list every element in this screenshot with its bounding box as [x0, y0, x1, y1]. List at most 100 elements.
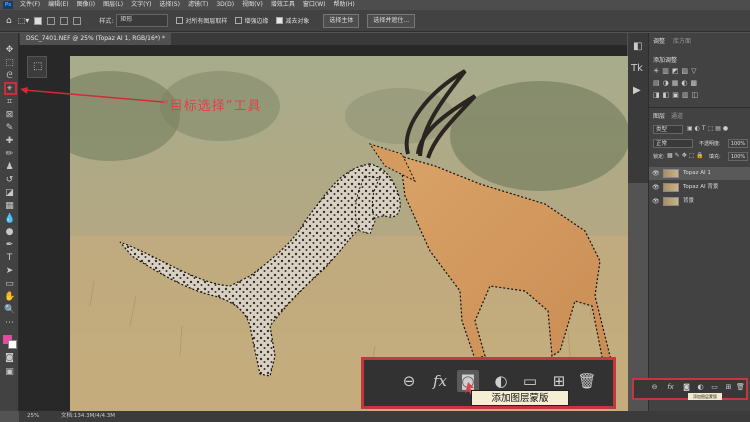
layer-row[interactable]: 👁 Topaz AI 1 — [649, 167, 750, 180]
trash-icon[interactable]: 🗑 — [576, 370, 598, 392]
sample-all-checkbox[interactable] — [176, 17, 184, 24]
options-bar: ⌂ ⬚▾ 样式: 矩形 对所有图层取样 增强边缘 减去对象 选择主体 选择并遮住… — [0, 10, 750, 32]
subtract-selection-icon[interactable] — [60, 16, 69, 25]
link-icon[interactable]: ⊖ — [650, 383, 659, 392]
opacity-label: 不透明度: — [699, 141, 721, 147]
new-selection-icon[interactable] — [34, 16, 43, 25]
select-tool-icon[interactable]: ⬚ — [33, 61, 42, 72]
enhance-edge-label: 增强边缘 — [244, 18, 269, 25]
fill-field[interactable]: 100% — [728, 152, 748, 161]
opacity-field[interactable]: 100% — [728, 139, 748, 148]
trash-icon[interactable]: 🗑 — [736, 383, 745, 392]
tab-libraries[interactable]: 库方面 — [673, 36, 691, 45]
menu-item-window[interactable]: 窗口(W) — [299, 0, 330, 10]
visibility-icon[interactable]: 👁 — [652, 167, 660, 180]
type-tool-icon[interactable]: T — [4, 253, 15, 264]
secondary-tool-strip[interactable]: ⬚ — [27, 56, 47, 78]
play-icon[interactable]: ▶ — [633, 85, 641, 96]
lasso-tool-icon[interactable]: ᘓ — [4, 71, 15, 82]
frame-tool-icon[interactable]: ⊠ — [4, 110, 15, 121]
menu-bar: Ps 文件(F) 编辑(E) 图像(I) 图层(L) 文字(Y) 选择(S) 滤… — [0, 0, 750, 10]
mask-icon[interactable]: ◙ — [682, 383, 691, 392]
select-subject-button[interactable]: 选择主体 — [323, 13, 360, 28]
zoom-level[interactable]: 25% — [27, 411, 39, 422]
pen-tool-icon[interactable]: ✒ — [4, 240, 15, 251]
layer-name: Topaz AI 1 — [683, 170, 711, 176]
small-tooltip: 添加图层蒙版 — [688, 393, 722, 400]
intersect-selection-icon[interactable] — [73, 16, 82, 25]
menu-item-edit[interactable]: 编辑(E) — [44, 0, 72, 10]
new-layer-icon[interactable]: ⊞ — [724, 383, 733, 392]
healing-tool-icon[interactable]: ✚ — [4, 136, 15, 147]
subtract-object-checkbox[interactable] — [276, 17, 284, 24]
visibility-icon[interactable]: 👁 — [652, 181, 660, 194]
link-icon[interactable]: ⊖ — [398, 370, 420, 392]
eraser-tool-icon[interactable]: ◪ — [4, 188, 15, 199]
add-selection-icon[interactable] — [47, 16, 56, 25]
quick-mask-icon[interactable]: ◙ — [4, 353, 15, 364]
screen-mode-icon[interactable]: ▣ — [4, 367, 15, 378]
menu-item-type[interactable]: 文字(Y) — [127, 0, 155, 10]
home-icon[interactable]: ⌂ — [6, 16, 12, 26]
layer-thumbnail — [663, 197, 679, 206]
status-bar: 25% 文档:134.3M/4/4.3M — [19, 411, 750, 422]
folder-icon[interactable]: ▭ — [710, 383, 719, 392]
shape-tool-icon[interactable]: ▭ — [4, 279, 15, 290]
adjustment-icon[interactable]: ◐ — [696, 383, 705, 392]
app-logo: Ps — [3, 1, 13, 9]
menu-item-filter[interactable]: 滤镜(T) — [184, 0, 212, 10]
style-label: 样式: — [99, 18, 114, 25]
fx-icon[interactable]: fx — [429, 370, 451, 392]
visibility-icon[interactable]: 👁 — [652, 195, 660, 208]
menu-item-view[interactable]: 视图(V) — [238, 0, 267, 10]
select-and-mask-button[interactable]: 选择并遮住... — [367, 13, 416, 28]
tab-channels[interactable]: 通道 — [671, 111, 683, 120]
history-brush-tool-icon[interactable]: ↺ — [4, 175, 15, 186]
topaz-panel-icon[interactable]: Tk — [631, 63, 643, 74]
adjustment-icons-grid[interactable]: ☀▥◩▨▽ ▤◑▦◐▩ ◨◧▣▥◫ — [653, 65, 747, 103]
fx-icon[interactable]: fx — [666, 383, 675, 392]
crop-tool-icon[interactable]: ⌗ — [4, 97, 15, 108]
menu-item-plugins[interactable]: 增效工具 — [267, 0, 299, 10]
adjustments-title: 添加调整 — [653, 57, 678, 64]
document-tab[interactable]: DSC_7401.NEF @ 25% (Topaz AI 1, RGB/16*)… — [20, 33, 172, 45]
more-tools-icon[interactable]: ⋯ — [4, 318, 15, 329]
filter-icons[interactable]: ▣◐T⬚▤● — [687, 125, 730, 132]
menu-item-file[interactable]: 文件(F) — [16, 0, 44, 10]
stamp-tool-icon[interactable]: ♟ — [4, 162, 15, 173]
color-panel-icon[interactable]: ◧ — [633, 41, 642, 52]
eyedropper-tool-icon[interactable]: ✎ — [4, 123, 15, 134]
layer-row[interactable]: 👁 Topaz AI 背景 — [649, 181, 750, 194]
move-tool-icon[interactable]: ✥ — [4, 45, 15, 56]
file-info: 文档:134.3M/4/4.3M — [61, 413, 116, 419]
folder-icon[interactable]: ▭ — [519, 370, 541, 392]
style-select[interactable]: 矩形 — [116, 14, 169, 27]
dodge-tool-icon[interactable]: ● — [4, 227, 15, 238]
gradient-tool-icon[interactable]: ▦ — [4, 201, 15, 212]
blend-mode-select[interactable]: 正常 — [653, 139, 693, 148]
layer-row[interactable]: 👁 背景 — [649, 195, 750, 208]
menu-item-3d[interactable]: 3D(D) — [212, 0, 238, 10]
tab-layers[interactable]: 图层 — [653, 111, 665, 120]
hand-tool-icon[interactable]: ✋ — [4, 292, 15, 303]
background-color-swatch[interactable] — [8, 340, 17, 349]
menu-item-layer[interactable]: 图层(L) — [99, 0, 127, 10]
layer-filter-select[interactable]: 类型 — [653, 125, 683, 134]
enhance-edge-checkbox[interactable] — [235, 17, 243, 24]
lock-icons[interactable]: ▦✎✥⬚🔒 — [667, 152, 706, 159]
blur-tool-icon[interactable]: 💧 — [4, 214, 15, 225]
annotation-arrow — [20, 87, 164, 103]
right-panel: 调整 库方面 添加调整 ☀▥◩▨▽ ▤◑▦◐▩ ◨◧▣▥◫ 图层 通道 类型 ▣◐T… — [648, 33, 750, 411]
menu-item-select[interactable]: 选择(S) — [155, 0, 184, 10]
tool-preset-icon[interactable]: ⬚▾ — [18, 16, 30, 25]
tab-adjustments[interactable]: 调整 — [653, 36, 665, 45]
marquee-tool-icon[interactable]: ⬚ — [4, 58, 15, 69]
new-layer-icon[interactable]: ⊞ — [548, 370, 570, 392]
path-selection-tool-icon[interactable]: ➤ — [4, 266, 15, 277]
menu-item-help[interactable]: 帮助(H) — [330, 0, 359, 10]
menu-item-image[interactable]: 图像(I) — [73, 0, 99, 10]
annotation-label: “目标选择”工具 — [162, 99, 262, 114]
zoom-tool-icon[interactable]: 🔍 — [4, 305, 15, 316]
brush-tool-icon[interactable]: ✏ — [4, 149, 15, 160]
layer-name: 背景 — [683, 198, 695, 204]
